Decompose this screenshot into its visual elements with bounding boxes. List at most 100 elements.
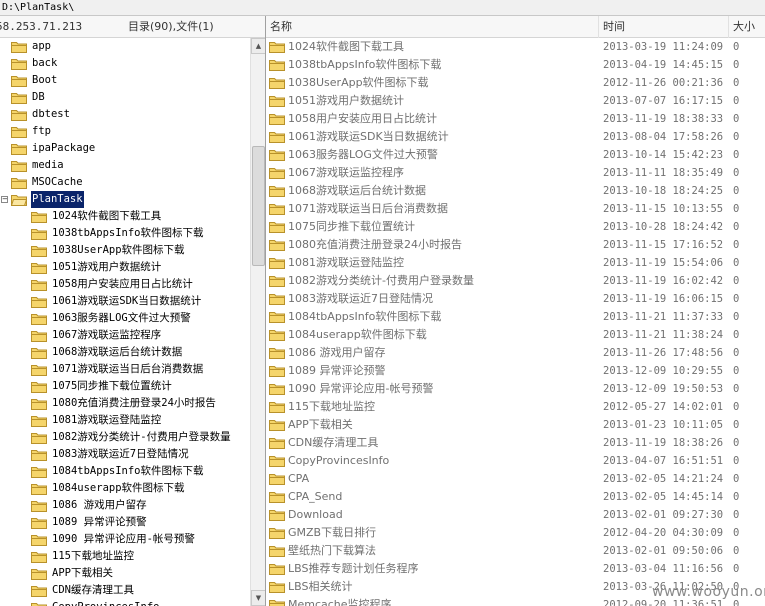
tree-node-label: 1089 异常评论预警 [52, 516, 147, 528]
tree-child-item[interactable]: 1067游戏联运监控程序 [31, 327, 162, 344]
file-row[interactable]: APP下载相关 2013-01-23 10:11:05 0 [266, 416, 765, 434]
file-row[interactable]: CDN缓存清理工具 2013-11-19 18:38:26 0 [266, 434, 765, 452]
tree-node-label: 1083游戏联运近7日登陆情况 [52, 448, 189, 460]
file-time: 2013-11-15 17:16:52 [603, 239, 724, 251]
file-row[interactable]: 1067游戏联运监控程序 2013-11-11 18:35:49 0 [266, 164, 765, 182]
file-row[interactable]: 1090 异常评论应用-帐号预警 2013-12-09 19:50:53 0 [266, 380, 765, 398]
file-row[interactable]: 1038tbAppsInfo软件图标下载 2013-04-19 14:45:15 0 [266, 56, 765, 74]
file-time: 2013-11-19 18:38:33 [603, 113, 724, 125]
folder-icon [31, 601, 47, 606]
tree-child-item[interactable]: 1080充值消费注册登录24小时报告 [31, 395, 217, 412]
tree-node-label: 115下载地址监控 [52, 550, 134, 562]
column-size-header[interactable]: 大小 [729, 16, 765, 38]
file-row[interactable]: LBS推荐专题计划任务程序 2013-03-04 11:16:56 0 [266, 560, 765, 578]
file-row[interactable]: 1082游戏分类统计-付费用户登录数量 2013-11-19 16:02:42 0 [266, 272, 765, 290]
tree-child-item[interactable]: 1024软件截图下载工具 [31, 208, 162, 225]
tree-child-item[interactable]: CopyProvincesInfo [31, 599, 160, 606]
file-name: 1083游戏联运近7日登陆情况 [288, 292, 433, 305]
file-row[interactable]: CPA_Send 2013-02-05 14:45:14 0 [266, 488, 765, 506]
tree-item-plantask[interactable]: PlanTask [10, 191, 84, 208]
file-row[interactable]: 1024软件截图下载工具 2013-03-19 11:24:09 0 [266, 38, 765, 56]
file-row[interactable]: 1071游戏联运当日后台消费数据 2013-11-15 10:13:55 0 [266, 200, 765, 218]
scroll-down-arrow-icon[interactable]: ▼ [251, 590, 265, 606]
tree-child-item[interactable]: 1084userapp软件图标下载 [31, 480, 186, 497]
tree-child-item[interactable]: APP下载相关 [31, 565, 114, 582]
file-time: 2013-10-14 15:42:23 [603, 149, 724, 161]
column-time-header[interactable]: 时间 [599, 16, 729, 38]
tree-item[interactable]: Boot [11, 72, 58, 89]
tree-item[interactable]: MSOCache [11, 174, 84, 191]
scroll-up-arrow-icon[interactable]: ▲ [251, 38, 265, 54]
tree-child-item[interactable]: 1068游戏联运后台统计数据 [31, 344, 183, 361]
file-row[interactable]: 1089 异常评论预警 2013-12-09 10:29:55 0 [266, 362, 765, 380]
file-row[interactable]: 1068游戏联运后台统计数据 2013-10-18 18:24:25 0 [266, 182, 765, 200]
file-row[interactable]: 壁纸热门下载算法 2013-02-01 09:50:06 0 [266, 542, 765, 560]
tree-child-item[interactable]: 1081游戏联运登陆监控 [31, 412, 162, 429]
file-row[interactable]: 115下载地址监控 2012-05-27 14:02:01 0 [266, 398, 765, 416]
file-row[interactable]: 1058用户安装应用日占比统计 2013-11-19 18:38:33 0 [266, 110, 765, 128]
file-name: APP下载相关 [288, 418, 353, 431]
file-row[interactable]: 1038UserApp软件图标下载 2012-11-26 00:21:36 0 [266, 74, 765, 92]
tree-child-item[interactable]: 1089 异常评论预警 [31, 514, 148, 531]
folder-icon [269, 330, 285, 341]
tree-item[interactable]: ftp [11, 123, 52, 140]
file-row[interactable]: 1084tbAppsInfo软件图标下载 2013-11-21 11:37:33 0 [266, 308, 765, 326]
file-time: 2013-03-04 11:16:56 [603, 563, 724, 575]
scroll-thumb[interactable] [252, 146, 265, 266]
file-row[interactable]: 1083游戏联运近7日登陆情况 2013-11-19 16:06:15 0 [266, 290, 765, 308]
tree-child-item[interactable]: 1051游戏用户数据统计 [31, 259, 162, 276]
folder-icon [31, 246, 47, 257]
file-row[interactable]: 1080充值消费注册登录24小时报告 2013-11-15 17:16:52 0 [266, 236, 765, 254]
tree-child-item[interactable]: 115下载地址监控 [31, 548, 135, 565]
file-time: 2013-03-19 11:24:09 [603, 41, 724, 53]
tree-child-item[interactable]: 1082游戏分类统计-付费用户登录数量 [31, 429, 232, 446]
tree-child-item[interactable]: 1038tbAppsInfo软件图标下载 [31, 225, 205, 242]
file-row[interactable]: CPA 2013-02-05 14:21:24 0 [266, 470, 765, 488]
tree-node-label: MSOCache [32, 176, 83, 188]
tree-node-label: back [32, 57, 58, 69]
collapse-toggle-icon[interactable]: − [1, 196, 8, 203]
file-row[interactable]: 1075同步推下载位置统计 2013-10-28 18:24:42 0 [266, 218, 765, 236]
tree-item[interactable]: app [11, 38, 52, 55]
file-name: 1038tbAppsInfo软件图标下载 [288, 58, 442, 71]
tree-child-item[interactable]: CDN缓存清理工具 [31, 582, 135, 599]
tree-child-item[interactable]: 1058用户安装应用日占比统计 [31, 276, 194, 293]
file-row[interactable]: 1061游戏联运SDK当日数据统计 2013-08-04 17:58:26 0 [266, 128, 765, 146]
file-row[interactable]: CopyProvincesInfo 2013-04-07 16:51:51 0 [266, 452, 765, 470]
tree-scrollbar[interactable]: ▲ ▼ [250, 38, 265, 606]
folder-icon [31, 314, 47, 325]
file-size: 0 [733, 149, 740, 161]
column-name-header[interactable]: 名称 [266, 16, 599, 38]
file-row[interactable]: Download 2013-02-01 09:27:30 0 [266, 506, 765, 524]
tree-node-label: 1084userapp软件图标下载 [52, 482, 185, 494]
tree-item[interactable]: ipaPackage [11, 140, 96, 157]
tree-child-item[interactable]: 1071游戏联运当日后台消费数据 [31, 361, 204, 378]
file-row[interactable]: 1084userapp软件图标下载 2013-11-21 11:38:24 0 [266, 326, 765, 344]
tree-item[interactable]: back [11, 55, 58, 72]
file-row[interactable]: 1063服务器LOG文件过大预警 2013-10-14 15:42:23 0 [266, 146, 765, 164]
file-name: LBS推荐专题计划任务程序 [288, 562, 419, 575]
folder-icon [269, 492, 285, 503]
tree-item[interactable]: media [11, 157, 65, 174]
tree-item[interactable]: DB [11, 89, 46, 106]
file-time: 2013-11-11 18:35:49 [603, 167, 724, 179]
tree-item[interactable]: dbtest [11, 106, 71, 123]
tree-child-item[interactable]: 1061游戏联运SDK当日数据统计 [31, 293, 202, 310]
tree-child-item[interactable]: 1086 游戏用户留存 [31, 497, 148, 514]
folder-icon [31, 603, 47, 606]
tree-child-item[interactable]: 1038UserApp软件图标下载 [31, 242, 186, 259]
tree-child-item[interactable]: 1090 异常评论应用-帐号预警 [31, 531, 196, 548]
folder-icon [269, 150, 285, 161]
file-row[interactable]: GMZB下载日排行 2012-04-20 04:30:09 0 [266, 524, 765, 542]
file-row[interactable]: 1051游戏用户数据统计 2013-07-07 16:17:15 0 [266, 92, 765, 110]
tree-node-label: media [32, 159, 64, 171]
folder-icon [31, 382, 47, 393]
file-row[interactable]: 1086 游戏用户留存 2013-11-26 17:48:56 0 [266, 344, 765, 362]
tree-child-item[interactable]: 1084tbAppsInfo软件图标下载 [31, 463, 205, 480]
tree-child-item[interactable]: 1063服务器LOG文件过大预警 [31, 310, 192, 327]
tree-node-label: Boot [32, 74, 58, 86]
file-row[interactable]: 1081游戏联运登陆监控 2013-11-19 15:54:06 0 [266, 254, 765, 272]
tree-child-item[interactable]: 1083游戏联运近7日登陆情况 [31, 446, 190, 463]
server-ip: 58.253.71.213 [0, 20, 83, 33]
tree-child-item[interactable]: 1075同步推下载位置统计 [31, 378, 173, 395]
